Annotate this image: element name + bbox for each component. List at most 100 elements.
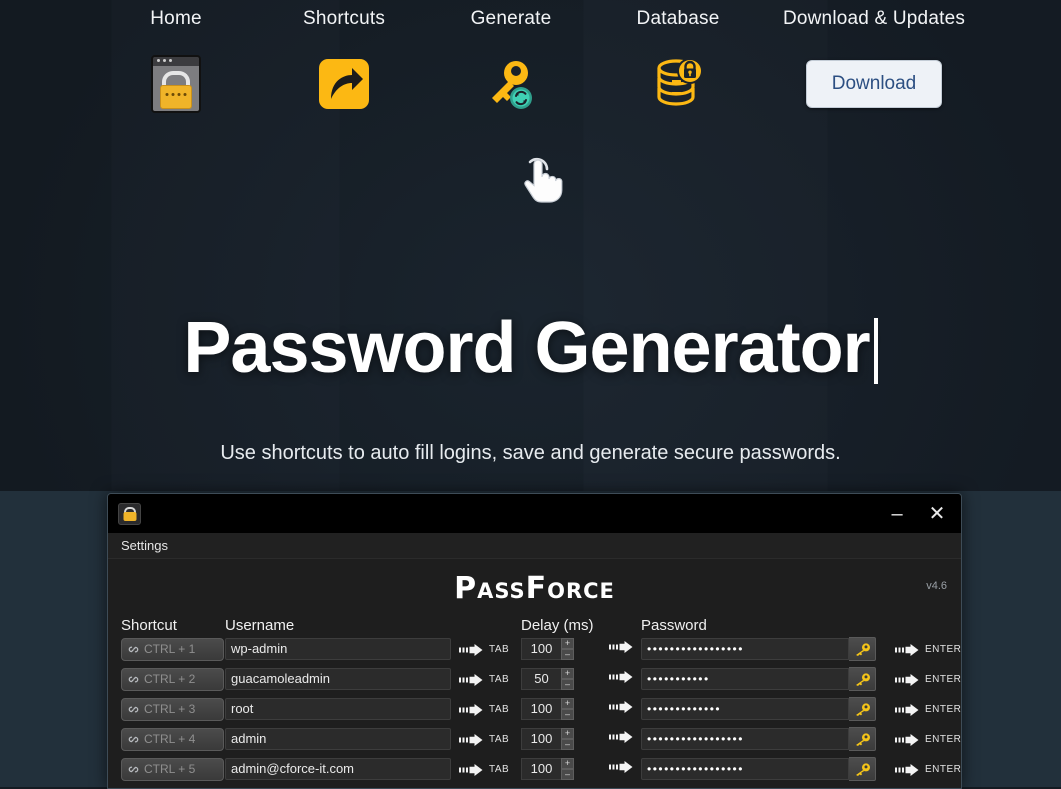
shortcut-button[interactable]: CTRL + 3 [121, 698, 224, 721]
arrow-right-icon [895, 703, 919, 715]
password-input[interactable]: ••••••••••••••••• [641, 728, 849, 750]
link-icon [127, 764, 140, 775]
shortcut-button[interactable]: CTRL + 1 [121, 638, 224, 661]
arrow-right-icon [459, 643, 483, 655]
key-refresh-icon[interactable] [451, 54, 571, 114]
username-input[interactable]: wp-admin [225, 638, 451, 660]
password-input[interactable]: ••••••••••••• [641, 698, 849, 720]
delay-stepper-buttons: + – [561, 728, 574, 750]
column-header-shortcut: Shortcut [121, 617, 225, 634]
delay-increment-button[interactable]: + [561, 668, 574, 679]
delay-input[interactable]: 100 [521, 638, 561, 660]
arrow-right-icon [895, 673, 919, 685]
delay-stepper[interactable]: 50 + – [521, 668, 609, 690]
password-field-group: ••••••••••••• [641, 697, 887, 721]
shortcut-label: CTRL + 1 [144, 642, 195, 656]
username-input[interactable]: root [225, 698, 451, 720]
browser-lock-icon[interactable] [116, 54, 236, 114]
password-input[interactable]: ••••••••••••••••• [641, 638, 849, 660]
text-caret [874, 318, 878, 384]
app-titlebar[interactable]: – ✕ [108, 494, 961, 533]
enter-label: ENTER [925, 644, 961, 655]
tab-label: TAB [489, 734, 509, 745]
credentials-header: Shortcut Username Delay (ms) Password [121, 607, 961, 634]
delay-input[interactable]: 100 [521, 728, 561, 750]
table-row: CTRL + 1 wp-admin TAB 100 + – [121, 634, 961, 664]
close-button[interactable]: ✕ [923, 500, 951, 528]
delay-increment-button[interactable]: + [561, 728, 574, 739]
flow-arrow-cell [609, 670, 641, 688]
delay-increment-button[interactable]: + [561, 758, 574, 769]
nav-item-database[interactable]: Database [618, 8, 738, 114]
username-input[interactable]: admin@cforce-it.com [225, 758, 451, 780]
delay-increment-button[interactable]: + [561, 698, 574, 709]
shortcut-label: CTRL + 4 [144, 732, 195, 746]
nav-item-download-updates[interactable]: Download & Updates Download [774, 8, 974, 114]
shortcut-button[interactable]: CTRL + 5 [121, 758, 224, 781]
flow-arrow-cell [609, 730, 641, 748]
menu-item-settings[interactable]: Settings [121, 538, 168, 553]
delay-decrement-button[interactable]: – [561, 679, 574, 690]
delay-input[interactable]: 50 [521, 668, 561, 690]
delay-stepper[interactable]: 100 + – [521, 638, 609, 660]
delay-stepper[interactable]: 100 + – [521, 698, 609, 720]
tab-label: TAB [489, 704, 509, 715]
arrow-right-icon [895, 733, 919, 745]
database-lock-icon[interactable] [618, 54, 738, 114]
shortcut-button[interactable]: CTRL + 4 [121, 728, 224, 751]
delay-decrement-button[interactable]: – [561, 709, 574, 720]
delay-input[interactable]: 100 [521, 698, 561, 720]
page-title-text: Password Generator [183, 308, 869, 388]
shortcut-arrow-icon[interactable] [284, 54, 404, 114]
delay-cell: 100 + – [521, 638, 609, 660]
minimize-button[interactable]: – [883, 500, 911, 528]
delay-stepper[interactable]: 100 + – [521, 758, 609, 780]
app-logo: PassForce [108, 571, 961, 606]
generate-password-button[interactable] [849, 727, 876, 751]
column-header-username: Username [225, 617, 459, 634]
username-cell: wp-admin [225, 638, 459, 660]
tab-indicator: TAB [459, 703, 521, 715]
shortcut-label: CTRL + 5 [144, 762, 195, 776]
enter-indicator: ENTER [887, 673, 955, 685]
arrow-right-icon [609, 760, 633, 777]
delay-cell: 100 + – [521, 698, 609, 720]
delay-decrement-button[interactable]: – [561, 739, 574, 750]
username-cell: admin@cforce-it.com [225, 758, 459, 780]
nav-item-shortcuts[interactable]: Shortcuts [284, 8, 404, 114]
delay-cell: 100 + – [521, 728, 609, 750]
link-icon [127, 704, 140, 715]
shortcut-cell: CTRL + 3 [121, 698, 225, 721]
username-cell: root [225, 698, 459, 720]
delay-decrement-button[interactable]: – [561, 649, 574, 660]
generate-password-button[interactable] [849, 637, 876, 661]
shortcut-label: CTRL + 3 [144, 702, 195, 716]
password-cell: ••••••••••••••••• [641, 727, 887, 751]
generate-password-button[interactable] [849, 757, 876, 781]
password-input[interactable]: ••••••••••••••••• [641, 758, 849, 780]
generate-password-button[interactable] [849, 667, 876, 691]
delay-stepper[interactable]: 100 + – [521, 728, 609, 750]
password-input[interactable]: ••••••••••• [641, 668, 849, 690]
shortcut-button[interactable]: CTRL + 2 [121, 668, 224, 691]
table-row: CTRL + 4 admin TAB 100 + – [121, 724, 961, 754]
generate-password-button[interactable] [849, 697, 876, 721]
delay-increment-button[interactable]: + [561, 638, 574, 649]
key-icon [854, 733, 871, 746]
nav-item-home[interactable]: Home [116, 8, 236, 114]
delay-decrement-button[interactable]: – [561, 769, 574, 780]
tab-indicator: TAB [459, 643, 521, 655]
download-button[interactable]: Download [806, 60, 942, 108]
table-row: CTRL + 5 admin@cforce-it.com TAB 100 + – [121, 754, 961, 784]
link-icon [127, 674, 140, 685]
nav-item-shortcuts-label: Shortcuts [284, 8, 404, 30]
app-version: v4.6 [926, 580, 947, 592]
delay-input[interactable]: 100 [521, 758, 561, 780]
nav-item-generate[interactable]: Generate [451, 8, 571, 114]
enter-indicator: ENTER [887, 703, 955, 715]
username-input[interactable]: admin [225, 728, 451, 750]
username-input[interactable]: guacamoleadmin [225, 668, 451, 690]
key-icon [854, 643, 871, 656]
delay-cell: 50 + – [521, 668, 609, 690]
shortcut-cell: CTRL + 5 [121, 758, 225, 781]
